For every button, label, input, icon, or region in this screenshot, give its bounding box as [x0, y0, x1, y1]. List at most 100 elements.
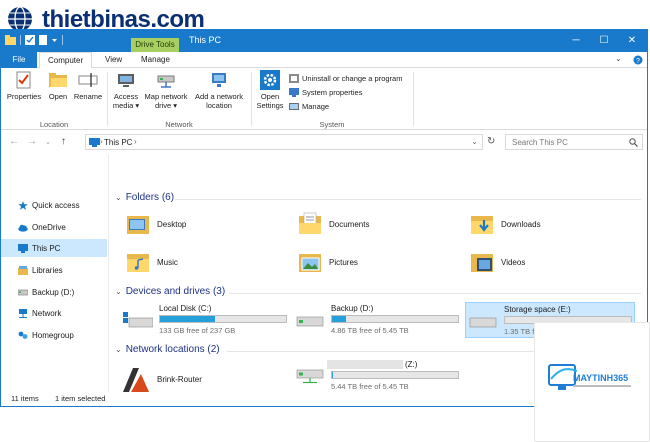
rename-label: Rename — [73, 92, 103, 101]
system-properties-icon — [289, 88, 299, 97]
folder-documents[interactable]: Documents — [299, 212, 369, 236]
brand-name: MAYTINH365 — [573, 373, 629, 383]
access-media-button[interactable]: Access media ▾ — [111, 70, 141, 110]
uninstall-label: Uninstall or change a program — [302, 74, 403, 83]
breadcrumb-separator-icon: › — [100, 137, 103, 146]
folder-videos[interactable]: Videos — [471, 250, 525, 274]
drive-usage-fill — [160, 316, 216, 322]
tab-view[interactable]: View — [97, 52, 130, 68]
new-folder-qat-icon[interactable] — [39, 35, 47, 45]
properties-button[interactable]: Properties — [5, 70, 43, 101]
address-box[interactable]: › This PC › ⌄ — [85, 134, 483, 150]
add-network-location-icon — [212, 73, 226, 87]
add-network-location-button[interactable]: Add a network location — [191, 70, 247, 110]
programs-icon — [289, 74, 299, 83]
access-media-label: Access media ▾ — [112, 92, 140, 110]
tab-computer[interactable]: Computer — [39, 52, 93, 69]
open-folder-icon — [49, 73, 67, 87]
open-settings-button[interactable]: Open Settings — [255, 70, 285, 110]
nav-item-label: Homegroup — [32, 330, 74, 340]
close-button[interactable]: ✕ — [619, 30, 645, 52]
pictures-folder-icon — [299, 254, 321, 272]
minimize-button[interactable]: ─ — [563, 30, 589, 52]
section-network-header[interactable]: ⌄ Network locations (2) — [115, 344, 220, 355]
folder-label: Documents — [329, 219, 370, 229]
back-arrow-icon[interactable]: ← — [9, 136, 19, 147]
nav-item-backup-d[interactable]: Backup (D:) — [1, 283, 107, 301]
help-icon[interactable]: ? — [633, 55, 643, 65]
qat-separator — [20, 35, 21, 45]
open-button[interactable]: Open — [45, 70, 71, 101]
forward-arrow-icon[interactable]: → — [27, 136, 37, 147]
breadcrumb-this-pc[interactable]: This PC — [104, 138, 132, 147]
tab-manage[interactable]: Manage — [133, 52, 178, 68]
up-arrow-icon[interactable]: ↑ — [61, 136, 66, 147]
folder-desktop[interactable]: Desktop — [127, 212, 186, 236]
nav-item-libraries[interactable]: Libraries — [1, 261, 107, 279]
folder-pictures[interactable]: Pictures — [299, 250, 358, 274]
gear-icon — [260, 70, 280, 90]
breadcrumb-separator-icon: › — [134, 137, 137, 146]
status-selection: 1 item selected — [55, 394, 106, 403]
quick-access-toolbar — [5, 35, 63, 45]
system-properties-button[interactable]: System properties — [289, 88, 362, 97]
search-input[interactable]: Search This PC — [505, 134, 643, 150]
network-location-label: Brink-Router — [157, 374, 202, 384]
section-folders-header[interactable]: ⌄ Folders (6) — [115, 192, 174, 203]
uninstall-button[interactable]: Uninstall or change a program — [289, 74, 402, 83]
redacted-share-name — [327, 360, 403, 369]
map-network-drive-button[interactable]: Map network drive ▾ — [143, 70, 189, 110]
collapse-chevron-icon: ⌄ — [115, 345, 122, 354]
nav-item-onedrive[interactable]: OneDrive — [1, 218, 107, 236]
folder-music[interactable]: Music — [127, 250, 178, 274]
properties-qat-icon[interactable] — [25, 35, 35, 45]
drive-tools-context-tab[interactable]: Drive Tools — [131, 38, 179, 52]
search-placeholder: Search This PC — [512, 138, 568, 147]
rename-button[interactable]: Rename — [73, 70, 103, 101]
refresh-icon[interactable]: ↻ — [487, 136, 495, 147]
nav-item-label: Backup (D:) — [32, 287, 75, 297]
brand-tagline — [573, 384, 631, 387]
nav-item-homegroup[interactable]: Homegroup — [1, 326, 107, 344]
nav-item-network[interactable]: Network — [1, 304, 107, 322]
libraries-icon — [18, 265, 28, 275]
access-media-icon — [118, 74, 134, 87]
videos-folder-icon — [471, 254, 493, 272]
explorer-icon[interactable] — [5, 35, 16, 45]
manage-icon — [289, 103, 299, 110]
folder-downloads[interactable]: Downloads — [471, 212, 541, 236]
drive-local-disk-c[interactable]: Local Disk (C:) 133 GB free of 237 GB — [121, 304, 291, 336]
manage-label: Manage — [302, 102, 330, 111]
add-network-location-label: Add a network location — [195, 92, 243, 110]
section-devices-header[interactable]: ⌄ Devices and drives (3) — [115, 286, 225, 297]
nav-item-quick-access[interactable]: Quick access — [1, 196, 107, 214]
folder-label: Music — [157, 257, 178, 267]
collapse-ribbon-icon[interactable]: ⌄ — [615, 54, 622, 63]
drive-backup-d[interactable]: Backup (D:) 4.86 TB free of 5.45 TB — [293, 304, 463, 336]
customize-qat-icon[interactable] — [51, 35, 58, 45]
music-folder-icon — [127, 254, 149, 272]
nav-item-this-pc[interactable]: This PC — [1, 239, 107, 257]
network-location-brink-router[interactable]: Brink-Router — [121, 364, 202, 394]
downloads-folder-icon — [471, 216, 493, 234]
ribbon: Properties Open Rename Location Access m… — [1, 68, 647, 130]
computer-icon — [18, 243, 28, 253]
network-drive-z[interactable]: (Z:) 5.44 TB free of 5.45 TB — [293, 360, 463, 392]
drive-usage-bar — [331, 371, 459, 379]
folder-label: Desktop — [157, 219, 187, 229]
open-settings-label: Open Settings — [256, 92, 284, 110]
maximize-button[interactable]: ☐ — [591, 30, 617, 52]
section-divider — [175, 199, 641, 200]
this-pc-icon — [89, 138, 100, 147]
qat-separator — [62, 35, 63, 45]
ribbon-tabs: File Computer View Manage ⌄ ? — [1, 52, 647, 69]
address-dropdown-icon[interactable]: ⌄ — [471, 137, 478, 146]
drive-icon — [18, 289, 28, 295]
drive-free-space: 4.86 TB free of 5.45 TB — [331, 326, 409, 335]
properties-icon — [16, 71, 31, 89]
cloud-icon — [18, 224, 28, 232]
properties-label: Properties — [6, 92, 42, 101]
manage-button[interactable]: Manage — [289, 102, 329, 111]
tab-file[interactable]: File — [1, 52, 37, 68]
recent-chevron-icon[interactable]: ⌄ — [45, 138, 51, 146]
